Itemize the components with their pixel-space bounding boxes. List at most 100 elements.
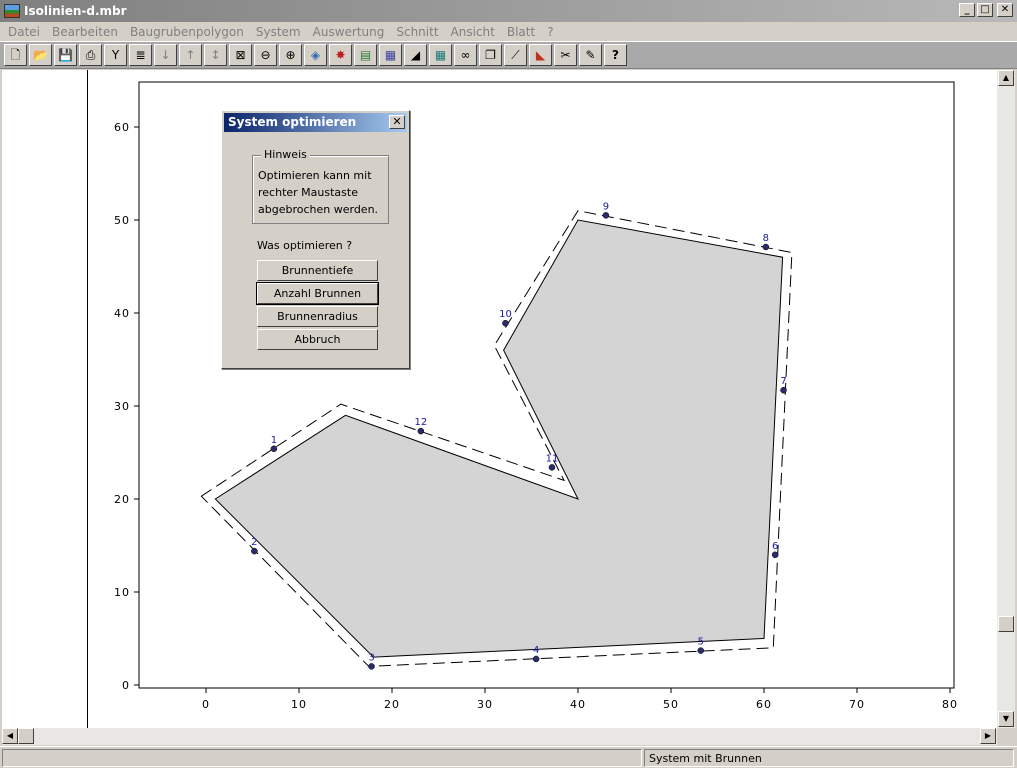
color-palette-icon[interactable]: ✸: [329, 44, 352, 66]
horizontal-scrollbar[interactable]: ◀ ▶: [2, 728, 997, 745]
view-3d-icon[interactable]: ◈: [304, 44, 327, 66]
title-bar: Isolinien-d.mbr _ □ ✕: [0, 0, 1017, 22]
window-title: Isolinien-d.mbr: [24, 4, 127, 18]
dialog-title: System optimieren: [228, 115, 357, 129]
well-point: [697, 647, 705, 654]
menu-blatt[interactable]: Blatt: [501, 25, 541, 39]
well-count-button[interactable]: Anzahl Brunnen: [256, 282, 379, 305]
cut-icon[interactable]: ✂: [554, 44, 577, 66]
well-point: [417, 427, 425, 435]
status-text: System mit Brunnen: [644, 749, 1014, 767]
y-tick-label: 20: [114, 493, 130, 506]
well-label: 6: [772, 541, 778, 552]
menu-bearbeiten[interactable]: Bearbeiten: [46, 25, 124, 39]
well-point: [502, 319, 509, 327]
x-tick-label: 0: [202, 698, 210, 711]
arrow-down-icon[interactable]: ↓: [154, 44, 177, 66]
well-label: 3: [368, 652, 374, 663]
paint-icon[interactable]: ✎: [579, 44, 602, 66]
x-tick-label: 80: [942, 698, 958, 711]
well-point: [780, 386, 787, 394]
menu-datei[interactable]: Datei: [2, 25, 46, 39]
drawing-area[interactable]: 0 10 20 30 40 50 60 70 80 0 10 20 30 40 50 60 123456789…: [2, 70, 997, 728]
well-point: [762, 243, 770, 251]
y-tick-label: 50: [114, 214, 130, 227]
well-label: 8: [763, 233, 769, 244]
zoom-out-icon[interactable]: ⊖: [254, 44, 277, 66]
status-bar: System mit Brunnen: [0, 746, 1017, 768]
scroll-corner: [997, 728, 1015, 745]
x-tick-label: 70: [849, 698, 865, 711]
well-label: 1: [271, 435, 277, 446]
well-label: 9: [603, 201, 609, 212]
help-icon[interactable]: ?: [604, 44, 627, 66]
scroll-up-icon[interactable]: ▲: [998, 70, 1014, 86]
x-tick-label: 30: [477, 698, 493, 711]
well-point: [602, 212, 610, 219]
well-point: [270, 445, 278, 453]
open-folder-icon[interactable]: 📂: [29, 44, 52, 66]
x-tick-label: 40: [570, 698, 586, 711]
y-tick-label: 40: [114, 307, 130, 320]
arrow-updown-icon[interactable]: ↕: [204, 44, 227, 66]
copy-icon[interactable]: ❐: [479, 44, 502, 66]
question-label: Was optimieren ?: [257, 239, 353, 252]
x-tick-label: 10: [291, 698, 307, 711]
arrow-up-icon[interactable]: ↑: [179, 44, 202, 66]
well-label: 4: [533, 645, 539, 656]
print-icon[interactable]: ⎙: [79, 44, 102, 66]
scroll-right-icon[interactable]: ▶: [980, 728, 996, 744]
well-label: 2: [251, 537, 257, 548]
color-fill-icon[interactable]: ◣: [529, 44, 552, 66]
y-tick-label: 10: [114, 586, 130, 599]
menu-baugrubenpolygon[interactable]: Baugrubenpolygon: [124, 25, 250, 39]
close-button[interactable]: ✕: [997, 3, 1013, 17]
y-tick-label: 0: [122, 679, 130, 692]
menu-system[interactable]: System: [250, 25, 307, 39]
hint-group-label: Hinweis: [261, 148, 310, 161]
well-label: 10: [499, 309, 512, 320]
cancel-button[interactable]: Abbruch: [257, 329, 378, 350]
glasses-icon[interactable]: ∞: [454, 44, 477, 66]
hscroll-thumb[interactable]: [18, 728, 34, 744]
zoom-extent-icon[interactable]: ⊠: [229, 44, 252, 66]
scroll-left-icon[interactable]: ◀: [2, 728, 18, 744]
menu-schnitt[interactable]: Schnitt: [390, 25, 444, 39]
save-icon[interactable]: 💾: [54, 44, 77, 66]
menu-auswertung[interactable]: Auswertung: [307, 25, 391, 39]
hint-group: Hinweis Optimieren kann mit rechter Maus…: [252, 148, 389, 224]
scroll-thumb[interactable]: [998, 616, 1014, 632]
grid-layer-icon[interactable]: ▦: [379, 44, 402, 66]
tool-icon[interactable]: Y: [104, 44, 127, 66]
well-point: [532, 655, 540, 663]
line-tool-icon[interactable]: ⟋: [504, 44, 527, 66]
well-point: [251, 547, 258, 555]
list-icon[interactable]: ≣: [129, 44, 152, 66]
app-icon: [4, 4, 20, 18]
toolbar: 🗋 📂 💾 ⎙ Y ≣ ↓ ↑ ↕ ⊠ ⊖ ⊕ ◈ ✸ ▤ ▦ ◢ ▦ ∞ ❐ …: [0, 41, 1017, 69]
new-file-icon[interactable]: 🗋: [4, 44, 27, 66]
well-point: [548, 464, 556, 471]
well-label: 11: [546, 453, 559, 464]
x-tick-label: 20: [384, 698, 400, 711]
well-depth-button[interactable]: Brunnentiefe: [257, 260, 378, 281]
scroll-down-icon[interactable]: ▼: [998, 711, 1014, 727]
optimize-dialog: System optimieren ✕ Hinweis Optimieren k…: [221, 110, 410, 369]
excavation-icon[interactable]: ◢: [404, 44, 427, 66]
maximize-button[interactable]: □: [977, 3, 993, 17]
x-tick-label: 50: [663, 698, 679, 711]
menu-bar: Datei Bearbeiten Baugrubenpolygon System…: [0, 22, 1017, 41]
zoom-in-icon[interactable]: ⊕: [279, 44, 302, 66]
vertical-scrollbar[interactable]: ▲ ▼: [997, 70, 1015, 728]
minimize-button[interactable]: _: [959, 3, 975, 17]
well-label: 12: [414, 417, 427, 428]
status-cell-empty: [2, 749, 642, 767]
menu-help[interactable]: ?: [541, 25, 559, 39]
table-icon[interactable]: ▦: [429, 44, 452, 66]
dialog-title-bar[interactable]: System optimieren ✕: [224, 113, 407, 132]
menu-ansicht[interactable]: Ansicht: [445, 25, 501, 39]
dialog-close-icon[interactable]: ✕: [389, 115, 405, 129]
well-radius-button[interactable]: Brunnenradius: [257, 306, 378, 327]
well-label: 7: [780, 376, 786, 387]
ground-layer-icon[interactable]: ▤: [354, 44, 377, 66]
